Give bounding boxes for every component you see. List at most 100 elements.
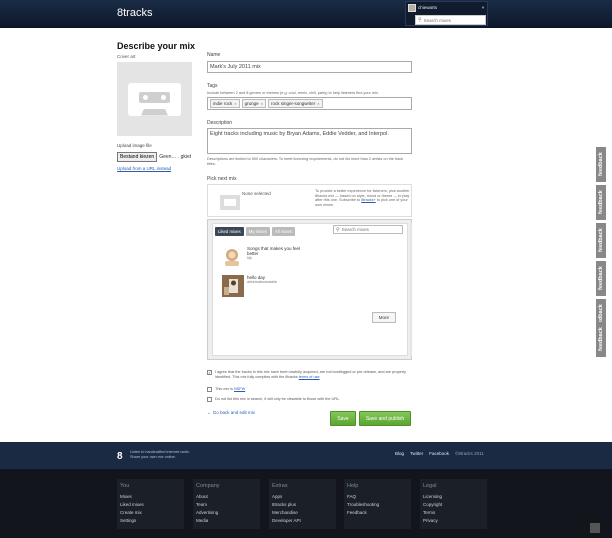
mix-author: hjk — [247, 256, 252, 260]
footer-link[interactable]: Team — [196, 501, 260, 509]
site-logo[interactable]: 8tracks — [117, 7, 152, 19]
back-link[interactable]: ← Go back and edit mix — [207, 410, 255, 415]
footer-logo[interactable]: 8 — [117, 451, 123, 462]
close-icon[interactable]: × — [317, 101, 319, 106]
feedback-tab[interactable]: feedback — [596, 185, 606, 220]
tags-input[interactable]: indie rock × grunge × rock singer-songwrit… — [207, 97, 412, 110]
next-mix-info: To provide a better experience for liste… — [315, 189, 410, 207]
footer-link[interactable]: Mixes — [120, 493, 184, 501]
footer-link[interactable]: Troubleshooting — [347, 501, 411, 509]
mix-thumbnail — [222, 275, 244, 297]
footer-link[interactable]: Terms — [423, 509, 487, 517]
none-selected-label: None selected — [242, 191, 271, 196]
tag-chip: grunge × — [241, 99, 266, 108]
tab-liked-mixes[interactable]: Liked mixes — [215, 227, 244, 236]
more-button[interactable]: More — [371, 312, 396, 323]
file-status: Geen… . gkiet — [159, 154, 192, 160]
list-item[interactable]: Songs that makes you feel better hjk — [222, 246, 302, 268]
footer-link[interactable]: Create mix — [120, 509, 184, 517]
tag-chip: rock singer-songwriter × — [267, 99, 323, 108]
hide-label: Do not list this mix in search, it will … — [215, 397, 341, 401]
footer-link[interactable]: Apps — [272, 493, 336, 501]
footer-link[interactable]: 8tracks plus — [272, 501, 336, 509]
footer-link[interactable]: Media — [196, 517, 260, 525]
logo-text: 8tracks — [117, 7, 153, 19]
scrollbar[interactable] — [410, 223, 412, 356]
next-mix-box: None selected To provide a better experi… — [207, 184, 412, 217]
search-input[interactable] — [423, 17, 484, 23]
hide-checkbox[interactable] — [207, 397, 212, 402]
footer-link[interactable]: Advertising — [196, 509, 260, 517]
chevron-down-icon: ▼ — [481, 5, 485, 10]
list-item[interactable]: hello day alicemalecesiable — [222, 275, 302, 297]
tab-my-mixes[interactable]: My mixes — [245, 227, 270, 236]
feedback-tab[interactable]: feedback — [596, 223, 606, 258]
feedback-tab[interactable]: feedback — [596, 147, 606, 182]
footer-link[interactable]: Copyright — [423, 501, 487, 509]
footer-link[interactable]: Licensing — [423, 493, 487, 501]
mix-title: Songs that makes you feel better — [247, 246, 301, 256]
avatar — [408, 3, 416, 12]
nsfw-row: This mix is NSFW — [207, 387, 412, 392]
feedback-tab[interactable]: feedback — [596, 322, 606, 357]
footer-link[interactable]: Developer API — [272, 517, 336, 525]
footer-link[interactable]: Privacy — [423, 517, 487, 525]
mix-thumbnail — [222, 246, 244, 268]
close-icon[interactable]: × — [261, 101, 263, 106]
mix-search-input[interactable] — [341, 227, 398, 232]
footer-column-legal: Legal Licensing Copyright Terms Privacy — [420, 479, 487, 529]
header-search: ⚲ — [415, 15, 486, 25]
cassette-icon — [220, 195, 240, 210]
footer-link[interactable]: Feedback — [347, 509, 411, 517]
nsfw-checkbox[interactable] — [207, 387, 212, 392]
nsfw-link[interactable]: NSFW — [234, 387, 245, 391]
footer-column-you: You Mixes Liked mixes Create mix Setting… — [117, 479, 184, 529]
twitter-link[interactable]: Twitter — [410, 451, 423, 456]
footer-links: Blog Twitter Facebook ©8tracks 2011 — [395, 451, 484, 456]
terms-link[interactable]: terms of use — [299, 375, 320, 379]
mix-tabs: Liked mixes My mixes All mixes — [215, 227, 296, 236]
agree-checkbox[interactable]: ✓ — [207, 370, 212, 375]
cover-art-placeholder — [117, 62, 192, 136]
scroll-top-button[interactable] — [590, 523, 600, 533]
upload-url-link[interactable]: Upload from a URL instead — [117, 166, 171, 171]
description-hint: Descriptions are limited to 500 characte… — [207, 157, 404, 166]
footer-link[interactable]: Liked mixes — [120, 501, 184, 509]
save-publish-button[interactable]: Save and publish — [359, 411, 411, 426]
tag-chip: indie rock × — [210, 99, 240, 108]
user-name: chiewarts — [418, 5, 438, 10]
footer-link[interactable]: Merchandise — [272, 509, 336, 517]
feedback-tab[interactable]: feedback — [596, 261, 606, 296]
next-mix-label: Pick next mix — [207, 176, 237, 182]
hide-row: Do not list this mix in search, it will … — [207, 397, 412, 402]
footer-column-company: Company About Team Advertising Media — [193, 479, 260, 529]
footer-link[interactable]: FAQ — [347, 493, 411, 501]
tags-label: Tags — [207, 83, 218, 89]
facebook-link[interactable]: Facebook — [429, 451, 449, 456]
upload-label: Upload image file — [117, 143, 152, 148]
mix-search: ⚲ — [333, 225, 403, 234]
user-menu[interactable]: chiewarts ▼ — [406, 2, 487, 13]
footer-column-extras: Extras Apps 8tracks plus Merchandise Dev… — [269, 479, 336, 529]
cassette-icon — [128, 82, 181, 116]
page-title: Describe your mix — [117, 41, 196, 51]
footer-link[interactable]: About — [196, 493, 260, 501]
plus-link[interactable]: 8tracks+ — [361, 198, 375, 202]
blog-link[interactable]: Blog — [395, 451, 404, 456]
name-input[interactable]: Mark's July 2011 mix — [207, 61, 412, 73]
footer-link[interactable]: Settings — [120, 517, 184, 525]
user-panel: chiewarts ▼ ⚲ — [405, 1, 488, 26]
mix-browser: Liked mixes My mixes All mixes ⚲ Songs t… — [207, 219, 412, 360]
copyright: ©8tracks 2011 — [455, 451, 484, 456]
close-icon[interactable]: × — [234, 101, 236, 106]
save-button[interactable]: Save — [330, 411, 356, 426]
tags-hint: Include between 2 and 8 genres or themes… — [207, 91, 379, 95]
search-icon: ⚲ — [418, 17, 422, 23]
browse-file-button[interactable]: Bestand kiezen — [117, 152, 158, 162]
tab-all-mixes[interactable]: All mixes — [271, 227, 296, 236]
footer-banner: 8 Listen to handcrafted internet radio. … — [0, 442, 612, 469]
description-textarea[interactable]: Eight tracks including music by Bryan Ad… — [207, 128, 412, 154]
description-label: Description — [207, 120, 233, 126]
agree-row: ✓ I agree that the tracks in this mix ha… — [207, 370, 406, 379]
footer-column-help: Help FAQ Troubleshooting Feedback — [344, 479, 411, 529]
